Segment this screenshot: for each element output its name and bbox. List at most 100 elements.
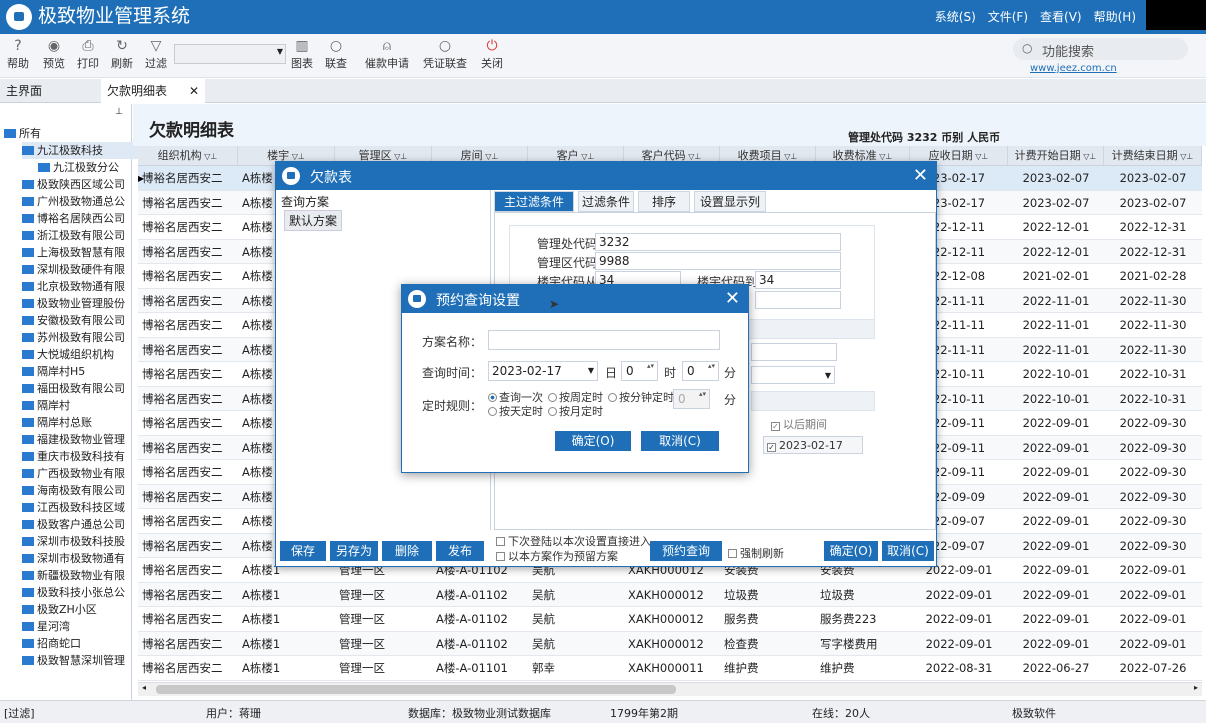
scrollbar-thumb[interactable] [156, 685, 676, 694]
filter-icon[interactable]: ▽⊥ [877, 152, 892, 161]
linked-query-button[interactable]: ○ 联查 [322, 37, 350, 71]
chart-button[interactable]: ▥ 图表 [288, 37, 316, 71]
tree-item[interactable]: 浙江极致有限公司 [22, 227, 148, 244]
preview-button[interactable]: ◉ 预览 [40, 37, 68, 71]
ok-button[interactable]: 确定(O) [824, 541, 878, 561]
filter-icon[interactable]: ▽⊥ [202, 152, 217, 161]
tree-item[interactable]: 所有 [4, 125, 130, 142]
tree-item[interactable]: 九江极致科技 [22, 142, 148, 159]
tree-item[interactable]: 海南极致有限公司 [22, 482, 148, 499]
scroll-left-icon[interactable]: ◂ [142, 683, 146, 692]
building-to-input[interactable]: 34 [755, 271, 841, 289]
filter-icon[interactable]: ▽⊥ [973, 152, 988, 161]
tree-item[interactable]: 招商蛇口 [22, 635, 148, 652]
tree-item[interactable]: 博裕名居陕西公司 [22, 210, 148, 227]
column-header[interactable]: 计费结束日期 ▽⊥ [1104, 146, 1202, 166]
save-button[interactable]: 保存 [280, 541, 326, 561]
tree-item[interactable]: 极致客户通总公司 [22, 516, 148, 533]
print-button[interactable]: ⎙ 打印 [74, 37, 102, 71]
function-search-input[interactable] [1013, 38, 1188, 60]
tree-item[interactable]: 隔岸村总账 [22, 414, 148, 431]
area-code-input[interactable]: 9988 [595, 252, 841, 270]
filter-icon[interactable]: ▽⊥ [686, 152, 701, 161]
tree-item[interactable]: 福建极致物业管理 [22, 431, 148, 448]
tree-item[interactable]: 新疆极致物业有限 [22, 567, 148, 584]
menu-view[interactable]: 查看(V) [1040, 8, 1082, 25]
filter-icon[interactable]: ▽⊥ [1178, 152, 1193, 161]
voucher-query-button[interactable]: ○ 凭证联查 [420, 37, 470, 71]
menu-system[interactable]: 系统(S) [935, 8, 976, 25]
table-row[interactable]: 博裕名居西安二 A栋楼1 管理一区 A楼-A-01102 吴航 XAKH000012 服务费… [138, 607, 1202, 632]
close-button[interactable]: ⏻ 关闭 [478, 37, 506, 71]
later-date-checkbox[interactable]: ✓ 2023-02-17 [767, 439, 843, 452]
tree-item[interactable]: 极致物业管理股份 [22, 295, 148, 312]
menu-help[interactable]: 帮助(H) [1094, 8, 1136, 25]
tree-item[interactable]: 星河湾 [22, 618, 148, 635]
filter-icon[interactable]: ▽⊥ [782, 152, 797, 161]
toolbar-search-combo[interactable]: ▼ [174, 44, 286, 64]
tab-arrears-detail[interactable]: 欠款明细表 ✕ [101, 79, 205, 103]
hour-stepper[interactable]: 0 [621, 361, 658, 381]
tree-item[interactable]: 极致陕西区域公司 [22, 176, 148, 193]
publish-button[interactable]: 发布 [436, 541, 484, 561]
chevron-down-icon[interactable]: ▼ [588, 362, 594, 380]
tree-item[interactable]: 安徽极致有限公司 [22, 312, 148, 329]
dialog-title-bar[interactable]: 预约查询设置 ✕ [402, 285, 748, 313]
scroll-right-icon[interactable]: ▸ [1194, 683, 1198, 692]
close-icon[interactable]: ✕ [913, 165, 928, 186]
tree-item[interactable]: 广州极致物通总公 [22, 193, 148, 210]
tree-item[interactable]: 福田极致有限公司 [22, 380, 148, 397]
later-period-checkbox[interactable]: ✓ 以后期间 [771, 416, 827, 432]
tree-item[interactable]: 大悦城组织机构 [22, 346, 148, 363]
tree-item[interactable]: 极致ZH小区 [22, 601, 148, 618]
filter-icon[interactable]: ▽⊥ [579, 152, 594, 161]
close-icon[interactable]: ✕ [189, 79, 199, 103]
column-header[interactable]: 计费开始日期 ▽⊥ [1008, 146, 1104, 166]
pin-icon[interactable]: ⊥ [115, 107, 123, 117]
filter-icon[interactable]: ▽⊥ [392, 152, 407, 161]
filter-button[interactable]: ▽ 过滤 [142, 37, 170, 71]
ok-button[interactable]: 确定(O) [555, 431, 631, 451]
filter-icon[interactable]: ▽⊥ [289, 152, 305, 161]
column-header[interactable]: 组织机构 ▽⊥ [138, 146, 238, 166]
refresh-button[interactable]: ↻ 刷新 [108, 37, 136, 71]
tree-item[interactable]: 深圳极致硬件有限 [22, 261, 148, 278]
table-row[interactable]: 博裕名居西安二 A栋楼1 管理一区 A楼-A-01101 郭幸 XAKH000011 维护费… [138, 656, 1202, 681]
save-as-button[interactable]: 另存为 [330, 541, 378, 561]
tree-item[interactable]: 江西极致科技区域 [22, 499, 148, 516]
default-scheme-item[interactable]: 默认方案 [284, 210, 343, 231]
filter-icon[interactable]: ▽⊥ [483, 152, 498, 161]
tree-item[interactable]: 上海极致智慧有限 [22, 244, 148, 261]
radio-monthly[interactable]: 按月定时 [548, 403, 603, 419]
minute-stepper[interactable]: 0 [682, 361, 719, 381]
horizontal-scrollbar[interactable]: ◂ ▸ [138, 682, 1202, 696]
filter-icon[interactable]: ▽⊥ [1081, 152, 1096, 161]
dialog-title-bar[interactable]: 欠款表 ✕ [276, 162, 936, 190]
tab-main[interactable]: 主界面 [0, 79, 100, 103]
radio-minutely[interactable]: 按分钟定时 [608, 389, 674, 405]
force-refresh-checkbox[interactable]: 强制刷新 [728, 545, 784, 561]
tab-columns[interactable]: 设置显示列 [694, 191, 766, 212]
next-login-checkbox[interactable]: 下次登陆以本次设置直接进入 [496, 533, 651, 549]
delete-button[interactable]: 删除 [382, 541, 432, 561]
table-row[interactable]: 博裕名居西安二 A栋楼1 管理一区 A楼-A-01102 吴航 XAKH000012 检查费… [138, 631, 1202, 656]
query-date-picker[interactable]: 2023-02-17 ▼ [488, 361, 598, 381]
period-select[interactable]: ▼ [751, 366, 835, 384]
reserve-scheme-checkbox[interactable]: 以本方案作为预留方案 [496, 548, 618, 564]
website-link[interactable]: www.jeez.com.cn [1030, 63, 1117, 74]
tree-item[interactable]: 隔岸村 [22, 397, 148, 414]
tree-item[interactable]: 深圳市极致科技股 [22, 533, 148, 550]
help-button[interactable]: ? 帮助 [4, 37, 32, 71]
dunning-request-button[interactable]: ⍝ 催款申请 [362, 37, 412, 71]
menu-file[interactable]: 文件(F) [988, 8, 1028, 25]
tree-item[interactable]: 重庆市极致科技有 [22, 448, 148, 465]
schedule-query-button[interactable]: 预约查询 [650, 541, 722, 561]
range-input[interactable] [751, 343, 837, 361]
cancel-button[interactable]: 取消(C) [641, 431, 719, 451]
tree-item[interactable]: 广西极致物业有限 [22, 465, 148, 482]
tree-item[interactable]: 极致科技小张总公 [22, 584, 148, 601]
table-row[interactable]: 博裕名居西安二 A栋楼1 管理一区 A楼-A-01102 吴航 XAKH000012 垃圾费… [138, 582, 1202, 607]
interval-stepper[interactable]: 0 [673, 389, 710, 409]
cancel-button[interactable]: 取消(C) [882, 541, 934, 561]
close-icon[interactable]: ✕ [725, 288, 740, 309]
